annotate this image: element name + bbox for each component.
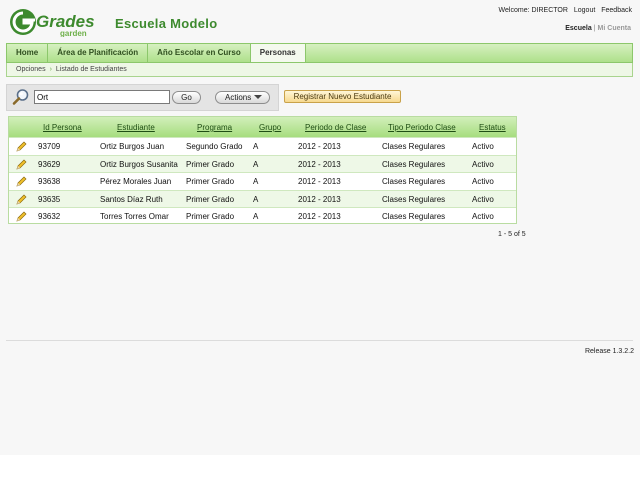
cell-estatus: Activo [472,159,494,169]
grades-garden-logo[interactable]: Grades garden [8,7,104,37]
logout-link[interactable]: Logout [574,7,595,14]
col-tipo-periodo[interactable]: Tipo Periodo Clase [388,123,456,132]
tab-ano-escolar[interactable]: Año Escolar en Curso [148,44,251,62]
cell-id: 93632 [38,212,61,222]
cell-periodo: 2012 - 2013 [298,142,341,151]
cell-estudiante: Santos Díaz Ruth [100,194,163,204]
cell-grupo: A [253,159,259,169]
search-input[interactable] [34,90,170,104]
cell-estatus: Activo [472,177,494,187]
cell-id: 93629 [38,159,61,169]
search-region: Go Actions [6,84,279,111]
breadcrumb-opciones[interactable]: Opciones [16,66,46,73]
cell-programa: Segundo Grado [186,142,243,151]
breadcrumb-current: Listado de Estudiantes [55,66,127,73]
top-links: Welcome: DIRECTOR Logout Feedback [499,7,632,14]
cell-id: 93638 [38,177,61,187]
chevron-down-icon [254,95,263,99]
edit-pencil-icon[interactable] [16,176,27,187]
table-row: 93709 Ortiz Burgos Juan Segundo Grado A … [9,137,516,155]
breadcrumb: Opciones › Listado de Estudiantes [6,63,633,77]
edit-pencil-icon[interactable] [16,211,27,222]
account-mi-cuenta-link[interactable]: Mi Cuenta [598,25,631,32]
pagination-info: 1 - 5 of 5 [498,231,526,238]
col-estudiante[interactable]: Estudiante [117,123,155,132]
cell-programa: Primer Grado [186,212,235,222]
cell-programa: Primer Grado [186,159,235,169]
go-button[interactable]: Go [172,91,201,104]
edit-pencil-icon[interactable] [16,194,27,205]
welcome-text: Welcome: DIRECTOR [498,7,568,14]
cell-periodo: 2012 - 2013 [298,159,341,169]
tab-home[interactable]: Home [7,44,49,62]
table-row: 93632 Torres Torres Omar Primer Grado A … [9,207,516,225]
cell-periodo: 2012 - 2013 [298,177,341,187]
cell-grupo: A [253,142,259,151]
cell-tipo-periodo: Clases Regulares [382,177,446,187]
feedback-link[interactable]: Feedback [601,7,632,14]
col-grupo[interactable]: Grupo [259,123,281,132]
main-tabs: Home Área de Planificación Año Escolar e… [6,43,633,63]
cell-periodo: 2012 - 2013 [298,212,341,222]
logo-subword: garden [60,29,87,37]
col-id-persona[interactable]: Id Persona [43,123,82,132]
cell-estudiante: Pérez Morales Juan [100,177,172,187]
account-separator: | [593,25,596,32]
register-student-button[interactable]: Registrar Nuevo Estudiante [284,90,401,103]
cell-estudiante: Torres Torres Omar [100,212,169,222]
cell-estatus: Activo [472,212,494,222]
edit-pencil-icon[interactable] [16,159,27,170]
col-periodo-clase[interactable]: Periodo de Clase [305,123,366,132]
cell-grupo: A [253,212,259,222]
cell-estatus: Activo [472,194,494,204]
col-programa[interactable]: Programa [197,123,232,132]
cell-grupo: A [253,177,259,187]
edit-pencil-icon[interactable] [16,141,27,152]
cell-tipo-periodo: Clases Regulares [382,142,446,151]
search-icon [12,89,29,105]
table-row: 93635 Santos Díaz Ruth Primer Grado A 20… [9,189,516,208]
tab-area-planificacion[interactable]: Área de Planificación [48,44,149,62]
cell-tipo-periodo: Clases Regulares [382,212,446,222]
actions-label: Actions [225,93,252,102]
cell-tipo-periodo: Clases Regulares [382,159,446,169]
cell-programa: Primer Grado [186,177,235,187]
cell-periodo: 2012 - 2013 [298,194,341,204]
cell-tipo-periodo: Clases Regulares [382,194,446,204]
account-switch: Escuela | Mi Cuenta [565,25,631,32]
footer-divider [6,340,633,341]
page: Grades garden Escuela Modelo Welcome: DI… [0,0,640,455]
school-name: Escuela Modelo [115,16,218,31]
table-header: Id Persona Estudiante Programa Grupo Per… [9,117,516,137]
actions-menu-button[interactable]: Actions [215,91,270,104]
cell-grupo: A [253,194,259,204]
table-row: 93638 Pérez Morales Juan Primer Grado A … [9,172,516,190]
chevron-right-icon: › [49,66,52,73]
col-estatus[interactable]: Estatus [479,123,506,132]
cell-programa: Primer Grado [186,194,235,204]
cell-id: 93709 [38,142,61,151]
cell-estudiante: Ortiz Burgos Susanita [100,159,178,169]
students-table: Id Persona Estudiante Programa Grupo Per… [8,116,517,224]
tab-personas[interactable]: Personas [250,44,306,62]
cell-estatus: Activo [472,142,494,151]
cell-id: 93635 [38,194,61,204]
cell-estudiante: Ortiz Burgos Juan [100,142,165,151]
table-row: 93629 Ortiz Burgos Susanita Primer Grado… [9,154,516,173]
release-version: Release 1.3.2.2 [584,348,634,355]
account-escuela-link[interactable]: Escuela [565,25,591,32]
